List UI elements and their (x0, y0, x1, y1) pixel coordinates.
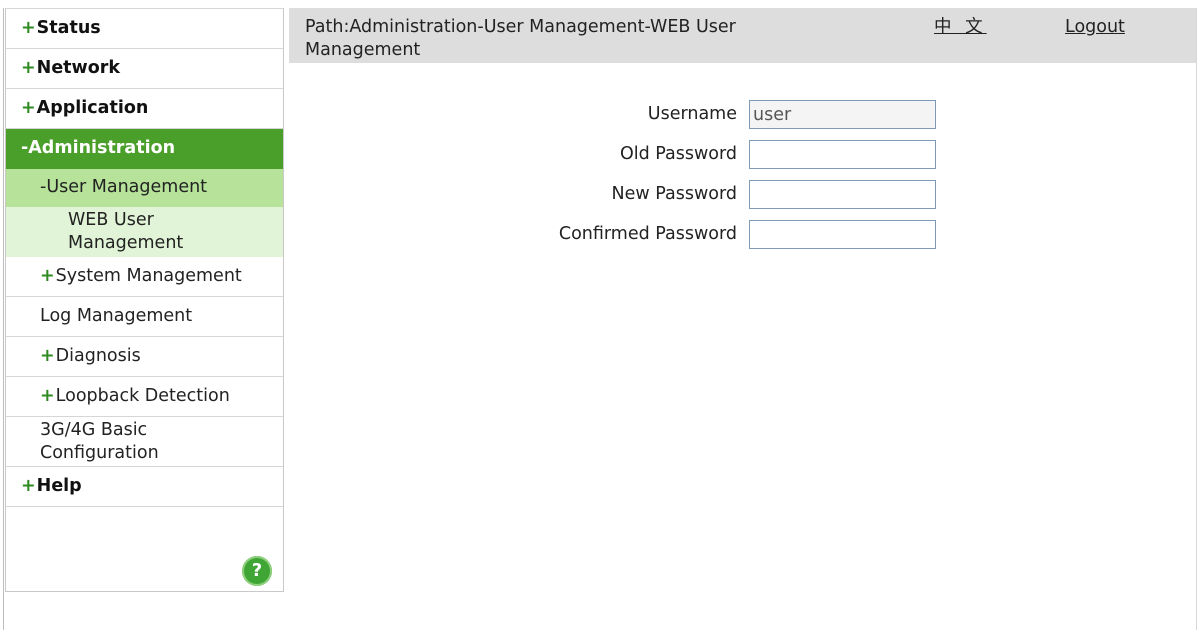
expand-plus-icon: + (21, 476, 36, 496)
sidebar-item-label: -User Management (40, 177, 208, 197)
old-password-label: Old Password (619, 144, 737, 164)
sidebar-item-system-management[interactable]: + System Management (6, 257, 283, 297)
sidebar-item-status[interactable]: + Status (6, 9, 283, 49)
old-password-row: Old Password (300, 140, 940, 170)
sidebar-item-label: Loopback Detection (55, 386, 230, 406)
sidebar-nav: + Status + Network + Application -Administr… (5, 8, 284, 592)
new-password-label: New Password (611, 184, 737, 204)
sidebar-item-label: Diagnosis (55, 346, 141, 366)
new-password-field[interactable] (749, 180, 936, 209)
expand-plus-icon: + (21, 18, 36, 38)
help-circle-icon[interactable]: ? (242, 556, 272, 586)
header-bar: Path:Administration-User Management-WEB … (289, 8, 1196, 63)
confirmed-password-label: Confirmed Password (558, 224, 737, 244)
sidebar-item-web-user-management[interactable]: WEB User Management (6, 207, 283, 257)
new-password-row: New Password (300, 180, 940, 210)
expand-plus-icon: + (40, 386, 55, 406)
frame-left-border (3, 8, 4, 630)
sidebar-item-label: Application (36, 98, 149, 118)
sidebar-item-label: Log Management (40, 306, 193, 326)
sidebar-item-diagnosis[interactable]: + Diagnosis (6, 337, 283, 377)
sidebar-item-label: System Management (55, 266, 242, 286)
sidebar-item-loopback-detection[interactable]: + Loopback Detection (6, 377, 283, 417)
sidebar-item-help[interactable]: + Help (6, 467, 283, 507)
sidebar-item-label: Status (36, 18, 101, 38)
expand-plus-icon: + (40, 266, 55, 286)
frame-right-border (1196, 8, 1197, 630)
sidebar-item-user-management[interactable]: -User Management (6, 169, 283, 207)
sidebar-item-label: -Administration (21, 138, 176, 158)
username-row: Username (300, 100, 940, 130)
breadcrumb: Path:Administration-User Management-WEB … (305, 17, 736, 60)
confirmed-password-row: Confirmed Password (300, 220, 940, 250)
sidebar-item-administration[interactable]: -Administration (6, 129, 283, 169)
sidebar-item-log-management[interactable]: Log Management (6, 297, 283, 337)
sidebar-item-network[interactable]: + Network (6, 49, 283, 89)
username-field[interactable] (749, 100, 936, 129)
expand-plus-icon: + (21, 98, 36, 118)
sidebar-item-label: WEB User Management (68, 209, 184, 253)
confirmed-password-field[interactable] (749, 220, 936, 249)
logout-link[interactable]: Logout (1065, 16, 1125, 39)
expand-plus-icon: + (40, 346, 55, 366)
sidebar-item-label: Help (36, 476, 82, 496)
expand-plus-icon: + (21, 58, 36, 78)
sidebar-item-label: Network (36, 58, 121, 78)
help-glyph: ? (251, 560, 263, 581)
sidebar-item-application[interactable]: + Application (6, 89, 283, 129)
sidebar-item-label: 3G/4G Basic Configuration (40, 419, 159, 463)
language-switch-link[interactable]: 中 文 (934, 16, 987, 39)
old-password-field[interactable] (749, 140, 936, 169)
username-label: Username (647, 104, 737, 124)
sidebar-item-3g4g-basic-configuration[interactable]: 3G/4G Basic Configuration (6, 417, 283, 467)
